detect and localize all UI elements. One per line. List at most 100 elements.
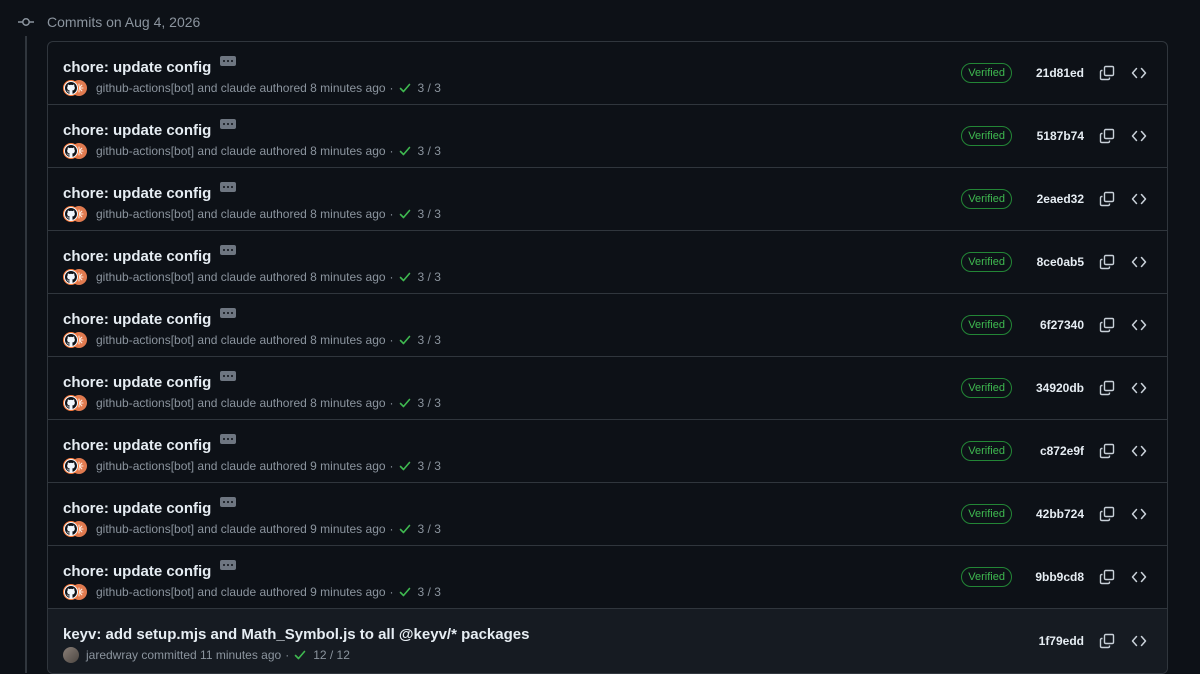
commit-sha-link[interactable]: 9bb9cd8 bbox=[1012, 570, 1084, 584]
github-actions-avatar[interactable] bbox=[63, 206, 79, 222]
commit-title-link[interactable]: chore: update config bbox=[63, 311, 211, 328]
commit-title-link[interactable]: chore: update config bbox=[63, 437, 211, 454]
commit-sha-link[interactable]: 34920db bbox=[1012, 381, 1084, 395]
commit-title-link[interactable]: chore: update config bbox=[63, 374, 211, 391]
code-brackets-icon[interactable] bbox=[1129, 252, 1149, 272]
copy-icon[interactable] bbox=[1097, 631, 1117, 651]
checks-count[interactable]: 3 / 3 bbox=[418, 396, 441, 410]
commit-sha-link[interactable]: 6f27340 bbox=[1012, 318, 1084, 332]
code-brackets-icon[interactable] bbox=[1129, 441, 1149, 461]
commit-group-header: Commits on Aug 4, 2026 bbox=[17, 10, 200, 34]
copy-icon[interactable] bbox=[1097, 252, 1117, 272]
ellipsis-icon[interactable] bbox=[220, 56, 237, 66]
ellipsis-icon[interactable] bbox=[220, 434, 237, 444]
avatar[interactable] bbox=[63, 647, 79, 663]
author-avatars bbox=[63, 521, 91, 537]
check-icon[interactable] bbox=[293, 648, 307, 662]
check-icon[interactable] bbox=[398, 585, 412, 599]
ellipsis-icon[interactable] bbox=[220, 371, 237, 381]
copy-icon[interactable] bbox=[1097, 315, 1117, 335]
verified-badge[interactable]: Verified bbox=[961, 441, 1012, 461]
commit-list: chore: update config github-actions[bot]… bbox=[47, 41, 1168, 674]
ellipsis-icon[interactable] bbox=[220, 560, 237, 570]
checks-count[interactable]: 3 / 3 bbox=[418, 459, 441, 473]
copy-icon[interactable] bbox=[1097, 189, 1117, 209]
commit-row: chore: update config github-actions[bot]… bbox=[48, 42, 1167, 105]
github-actions-avatar[interactable] bbox=[63, 269, 79, 285]
verified-badge[interactable]: Verified bbox=[961, 378, 1012, 398]
code-brackets-icon[interactable] bbox=[1129, 189, 1149, 209]
code-brackets-icon[interactable] bbox=[1129, 315, 1149, 335]
github-actions-avatar[interactable] bbox=[63, 584, 79, 600]
checks-count[interactable]: 12 / 12 bbox=[313, 648, 350, 662]
copy-icon[interactable] bbox=[1097, 63, 1117, 83]
checks-count[interactable]: 3 / 3 bbox=[418, 333, 441, 347]
verified-badge[interactable]: Verified bbox=[961, 315, 1012, 335]
code-brackets-icon[interactable] bbox=[1129, 631, 1149, 651]
verified-badge[interactable]: Verified bbox=[961, 126, 1012, 146]
verified-badge[interactable]: Verified bbox=[961, 567, 1012, 587]
commit-sha-link[interactable]: c872e9f bbox=[1012, 444, 1084, 458]
ellipsis-icon[interactable] bbox=[220, 308, 237, 318]
verified-badge[interactable]: Verified bbox=[961, 504, 1012, 524]
code-brackets-icon[interactable] bbox=[1129, 567, 1149, 587]
checks-count[interactable]: 3 / 3 bbox=[418, 207, 441, 221]
verified-badge[interactable]: Verified bbox=[961, 252, 1012, 272]
author-avatars bbox=[63, 584, 91, 600]
author-avatars bbox=[63, 143, 91, 159]
checks-count[interactable]: 3 / 3 bbox=[418, 81, 441, 95]
code-brackets-icon[interactable] bbox=[1129, 126, 1149, 146]
checks-count[interactable]: 3 / 3 bbox=[418, 144, 441, 158]
commit-sha-link[interactable]: 2eaed32 bbox=[1012, 192, 1084, 206]
github-actions-avatar[interactable] bbox=[63, 80, 79, 96]
commit-sha-link[interactable]: 21d81ed bbox=[1012, 66, 1084, 80]
commit-title-link[interactable]: chore: update config bbox=[63, 248, 211, 265]
commit-title-link[interactable]: chore: update config bbox=[63, 563, 211, 580]
commit-sha-link[interactable]: 5187b74 bbox=[1012, 129, 1084, 143]
code-brackets-icon[interactable] bbox=[1129, 378, 1149, 398]
github-actions-avatar[interactable] bbox=[63, 332, 79, 348]
check-icon[interactable] bbox=[398, 333, 412, 347]
commit-title-link[interactable]: chore: update config bbox=[63, 59, 211, 76]
copy-icon[interactable] bbox=[1097, 378, 1117, 398]
github-actions-avatar[interactable] bbox=[63, 521, 79, 537]
commit-row: chore: update config github-actions[bot]… bbox=[48, 483, 1167, 546]
commit-sha-link[interactable]: 8ce0ab5 bbox=[1012, 255, 1084, 269]
commit-title-link[interactable]: keyv: add setup.mjs and Math_Symbol.js t… bbox=[63, 626, 529, 643]
code-brackets-icon[interactable] bbox=[1129, 504, 1149, 524]
commit-title-link[interactable]: chore: update config bbox=[63, 185, 211, 202]
separator-dot: · bbox=[389, 270, 394, 284]
commit-title-link[interactable]: chore: update config bbox=[63, 122, 211, 139]
code-brackets-icon[interactable] bbox=[1129, 63, 1149, 83]
commit-sha-link[interactable]: 42bb724 bbox=[1012, 507, 1084, 521]
check-icon[interactable] bbox=[398, 396, 412, 410]
ellipsis-icon[interactable] bbox=[220, 497, 237, 507]
github-actions-avatar[interactable] bbox=[63, 143, 79, 159]
commit-sha-link[interactable]: 1f79edd bbox=[1012, 634, 1084, 648]
copy-icon[interactable] bbox=[1097, 441, 1117, 461]
check-icon[interactable] bbox=[398, 207, 412, 221]
github-actions-avatar[interactable] bbox=[63, 395, 79, 411]
commit-title-link[interactable]: chore: update config bbox=[63, 500, 211, 517]
github-actions-avatar[interactable] bbox=[63, 458, 79, 474]
checks-count[interactable]: 3 / 3 bbox=[418, 585, 441, 599]
check-icon[interactable] bbox=[398, 522, 412, 536]
verified-badge[interactable]: Verified bbox=[961, 189, 1012, 209]
checks-count[interactable]: 3 / 3 bbox=[418, 270, 441, 284]
check-icon[interactable] bbox=[398, 81, 412, 95]
check-icon[interactable] bbox=[398, 144, 412, 158]
separator-dot: · bbox=[389, 144, 394, 158]
copy-icon[interactable] bbox=[1097, 126, 1117, 146]
copy-icon[interactable] bbox=[1097, 504, 1117, 524]
ellipsis-icon[interactable] bbox=[220, 245, 237, 255]
author-avatars bbox=[63, 206, 91, 222]
ellipsis-icon[interactable] bbox=[220, 182, 237, 192]
copy-icon[interactable] bbox=[1097, 567, 1117, 587]
checks-count[interactable]: 3 / 3 bbox=[418, 522, 441, 536]
check-icon[interactable] bbox=[398, 459, 412, 473]
separator-dot: · bbox=[389, 207, 394, 221]
check-icon[interactable] bbox=[398, 270, 412, 284]
commit-authors: github-actions[bot] and claude authored … bbox=[96, 522, 386, 536]
verified-badge[interactable]: Verified bbox=[961, 63, 1012, 83]
ellipsis-icon[interactable] bbox=[220, 119, 237, 129]
